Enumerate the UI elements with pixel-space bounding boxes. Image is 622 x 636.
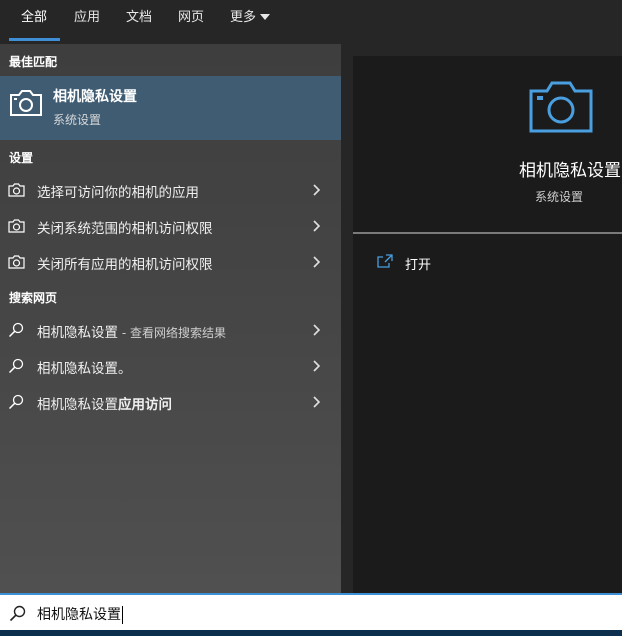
search-icon (9, 605, 26, 622)
list-item-label: 相机隐私设置应用访问 (37, 393, 172, 413)
camera-icon (10, 90, 42, 116)
preview-card: 相机隐私设置 系统设置 打开 (353, 56, 622, 593)
list-item[interactable]: 相机隐私设置。 (0, 348, 341, 384)
web-result-query: 相机隐私设置 (37, 325, 118, 341)
active-tab-indicator (9, 38, 60, 41)
camera-icon (8, 255, 25, 269)
best-match-item[interactable]: 相机隐私设置 系统设置 (0, 76, 341, 140)
list-item[interactable]: 关闭所有应用的相机访问权限 (0, 244, 341, 280)
preview-subtitle: 系统设置 (535, 190, 584, 204)
list-item-label: 关闭系统范围的相机访问权限 (37, 221, 213, 237)
search-input-value: 相机隐私设置 (37, 607, 121, 623)
camera-icon (529, 81, 593, 133)
search-icon (8, 394, 24, 410)
results-panel: 最佳匹配 相机隐私设置 系统设置 设置 选择可访问你的相机的应用 关闭系统范围的… (0, 44, 341, 593)
web-result-query: 相机隐私设置 (37, 397, 118, 413)
tab-docs[interactable]: 文档 (126, 8, 152, 28)
tab-all[interactable]: 全部 (21, 8, 47, 28)
chevron-right-icon (313, 396, 321, 408)
list-item[interactable]: 选择可访问你的相机的应用 (0, 172, 341, 208)
chevron-right-icon (313, 360, 321, 372)
chevron-right-icon (313, 256, 321, 268)
search-scope-tabs: 全部 应用 文档 网页 更多 (0, 0, 622, 44)
best-match-subtitle: 系统设置 (53, 113, 102, 127)
preview-panel: 相机隐私设置 系统设置 打开 (341, 44, 622, 593)
open-action[interactable]: 打开 (405, 254, 431, 273)
camera-icon (8, 219, 25, 233)
chevron-right-icon (313, 184, 321, 196)
section-search-web: 搜索网页 (9, 291, 58, 305)
section-best-match: 最佳匹配 (9, 55, 58, 69)
list-item[interactable]: 相机隐私设置应用访问 (0, 384, 341, 420)
tab-more[interactable]: 更多 (230, 8, 271, 28)
chevron-right-icon (313, 324, 321, 336)
web-result-completion: 应用访问 (118, 397, 172, 413)
chevron-down-icon (260, 13, 271, 20)
best-match-title: 相机隐私设置 (53, 89, 137, 105)
list-item-label: 选择可访问你的相机的应用 (37, 185, 199, 201)
section-settings: 设置 (9, 151, 34, 165)
tab-web[interactable]: 网页 (178, 8, 204, 28)
list-item-label: 相机隐私设置 - 查看网络搜索结果 (37, 321, 226, 341)
list-item-label: 关闭所有应用的相机访问权限 (37, 257, 213, 273)
tab-more-label: 更多 (230, 10, 257, 25)
list-item[interactable]: 相机隐私设置 - 查看网络搜索结果 (0, 312, 341, 348)
text-caret (122, 606, 123, 624)
search-icon (8, 358, 24, 374)
tab-apps[interactable]: 应用 (74, 8, 100, 28)
camera-icon (8, 183, 25, 197)
list-item[interactable]: 关闭系统范围的相机访问权限 (0, 208, 341, 244)
preview-title: 相机隐私设置 (519, 161, 621, 181)
open-icon (377, 254, 393, 268)
search-input[interactable]: 相机隐私设置 (37, 604, 123, 624)
list-item-label: 相机隐私设置。 (37, 361, 132, 377)
taskbar-edge (0, 630, 622, 636)
search-box[interactable]: 相机隐私设置 (0, 593, 622, 630)
divider (353, 232, 622, 234)
chevron-right-icon (313, 220, 321, 232)
search-icon (8, 322, 24, 338)
web-result-hint: - 查看网络搜索结果 (118, 326, 226, 340)
